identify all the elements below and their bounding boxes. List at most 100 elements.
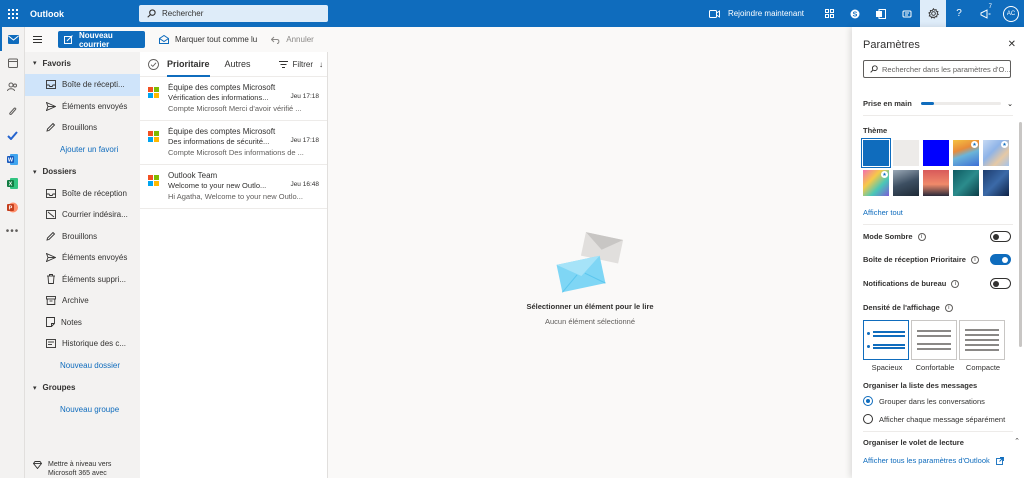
folder-history[interactable]: Historique des c...: [25, 333, 140, 355]
folders-header[interactable]: ▾ Dossiers: [25, 161, 140, 183]
favorites-header[interactable]: ▾ Favoris: [25, 52, 140, 74]
pencil-icon: [46, 123, 56, 132]
focused-inbox-label: Boîte de réception Prioritaire i: [863, 255, 979, 264]
desktop-notifications-text: Notifications de bureau: [863, 279, 947, 288]
theme-swatch-circuit[interactable]: [953, 170, 979, 196]
upgrade-line-1: Mettre à niveau vers: [48, 461, 112, 468]
favorite-drafts[interactable]: Brouillons: [25, 117, 140, 139]
teams-button[interactable]: [894, 0, 920, 27]
theme-swatch-palms[interactable]: [923, 170, 949, 196]
settings-search-input[interactable]: Rechercher dans les paramètres d'O...: [863, 60, 1011, 78]
info-icon[interactable]: i: [944, 303, 953, 312]
folder-archive[interactable]: Archive: [25, 290, 140, 312]
sort-arrow-icon[interactable]: ↓: [319, 60, 323, 69]
rail-powerpoint-button[interactable]: P: [0, 195, 25, 219]
skype-button[interactable]: S: [842, 0, 868, 27]
inbox-icon: [46, 80, 56, 90]
folder-drafts[interactable]: Brouillons: [25, 226, 140, 248]
separate-messages-radio[interactable]: Afficher chaque message séparément: [863, 414, 1005, 424]
getting-started-label: Prise en main: [863, 99, 912, 108]
chevron-down-icon: ▾: [33, 384, 37, 392]
chevron-up-icon[interactable]: ⌃: [1014, 437, 1020, 445]
message-row[interactable]: Équipe des comptes Microsoft Des informa…: [140, 121, 327, 165]
theme-swatch-light-gray[interactable]: [893, 140, 919, 166]
settings-button[interactable]: [920, 0, 946, 27]
apps-button[interactable]: [816, 0, 842, 27]
grid-icon: [824, 9, 834, 18]
compose-icon: [64, 35, 73, 44]
new-mail-button[interactable]: Nouveau courrier: [58, 30, 145, 49]
rail-excel-button[interactable]: X: [0, 171, 25, 195]
app-launcher-button[interactable]: [0, 0, 26, 27]
density-comfortable-option[interactable]: [911, 320, 957, 360]
theme-swatch-pastel[interactable]: ★: [983, 140, 1009, 166]
favorite-sent[interactable]: Éléments envoyés: [25, 96, 140, 118]
rail-files-button[interactable]: [0, 99, 25, 123]
rail-more-apps-button[interactable]: •••: [0, 219, 25, 243]
upgrade-banner[interactable]: Mettre à niveau vers Microsoft 365 avec: [33, 460, 111, 478]
group-conversations-radio[interactable]: Grouper dans les conversations: [863, 396, 985, 406]
message-sender: Équipe des comptes Microsoft: [168, 83, 276, 92]
theme-swatch-bright-blue[interactable]: [923, 140, 949, 166]
dark-mode-toggle[interactable]: [990, 231, 1011, 242]
density-compact-label: Compacte: [965, 363, 1001, 372]
new-mail-label: Nouveau courrier: [78, 30, 113, 49]
undo-button[interactable]: Annuler: [271, 35, 314, 44]
folder-sent[interactable]: Éléments envoyés: [25, 247, 140, 269]
send-icon: [46, 101, 56, 111]
message-subject: Welcome to your new Outlo...: [168, 181, 267, 190]
tab-focused[interactable]: Prioritaire: [167, 52, 210, 77]
mark-all-read-button[interactable]: Marquer tout comme lu: [159, 35, 257, 44]
tab-other[interactable]: Autres: [225, 59, 251, 69]
notifications-button[interactable]: 7: [972, 0, 998, 27]
close-icon[interactable]: ✕: [1008, 39, 1016, 50]
rail-people-button[interactable]: [0, 75, 25, 99]
folders-title: Dossiers: [42, 167, 77, 176]
search-box[interactable]: Rechercher: [139, 5, 328, 22]
rail-word-button[interactable]: W: [0, 147, 25, 171]
getting-started-section[interactable]: Prise en main ⌄: [863, 99, 1013, 108]
help-button[interactable]: ?: [946, 0, 972, 27]
folder-inbox[interactable]: Boîte de réception: [25, 183, 140, 205]
new-group-link[interactable]: Nouveau groupe: [25, 399, 140, 421]
notebook-icon: [876, 8, 886, 19]
theme-swatch-sunset[interactable]: ★: [953, 140, 979, 166]
desktop-notifications-toggle[interactable]: [990, 278, 1011, 289]
rail-mail-button[interactable]: [0, 27, 25, 51]
theme-swatch-navy[interactable]: [983, 170, 1009, 196]
filter-button[interactable]: Filtrer: [278, 60, 313, 69]
density-spacious-option[interactable]: [863, 320, 909, 360]
theme-swatch-blue[interactable]: [861, 138, 891, 168]
svg-text:S: S: [853, 11, 858, 18]
avatar[interactable]: AC: [1003, 5, 1019, 22]
select-all-checkbox[interactable]: [148, 58, 159, 70]
view-all-settings-link[interactable]: Afficher tous les paramètres d'Outlook: [863, 456, 1004, 465]
favorite-inbox[interactable]: Boîte de récepti...: [25, 74, 140, 96]
settings-scrollbar[interactable]: [1019, 122, 1022, 347]
info-icon[interactable]: i: [917, 232, 926, 241]
density-compact-option[interactable]: [959, 320, 1005, 360]
message-row[interactable]: Outlook Team Welcome to your new Outlo..…: [140, 165, 327, 209]
theme-swatch-mountain[interactable]: [893, 170, 919, 196]
message-subject: Vérification des informations...: [168, 93, 269, 102]
rail-calendar-button[interactable]: [0, 51, 25, 75]
info-icon[interactable]: i: [970, 255, 979, 264]
groups-header[interactable]: ▾ Groupes: [25, 377, 140, 399]
folder-notes[interactable]: Notes: [25, 312, 140, 334]
folder-deleted[interactable]: Éléments suppri...: [25, 269, 140, 291]
onenote-feed-button[interactable]: [868, 0, 894, 27]
calendar-icon: [7, 58, 18, 68]
add-favorite-link[interactable]: Ajouter un favori: [25, 139, 140, 161]
info-icon[interactable]: i: [951, 279, 960, 288]
focused-inbox-toggle[interactable]: [990, 254, 1011, 265]
favorite-inbox-label: Boîte de récepti...: [62, 80, 125, 90]
folder-junk[interactable]: Courrier indésira...: [25, 204, 140, 226]
new-folder-link[interactable]: Nouveau dossier: [25, 355, 140, 377]
show-all-themes-link[interactable]: Afficher tout: [863, 208, 903, 217]
toggle-pane-button[interactable]: [25, 36, 50, 43]
rail-todo-button[interactable]: [0, 123, 25, 147]
app-title[interactable]: Outlook: [30, 9, 140, 19]
message-row[interactable]: Équipe des comptes Microsoft Vérificatio…: [140, 77, 327, 121]
meet-now-button[interactable]: Rejoindre maintenant: [708, 9, 804, 18]
theme-swatch-colorful[interactable]: ★: [863, 170, 889, 196]
